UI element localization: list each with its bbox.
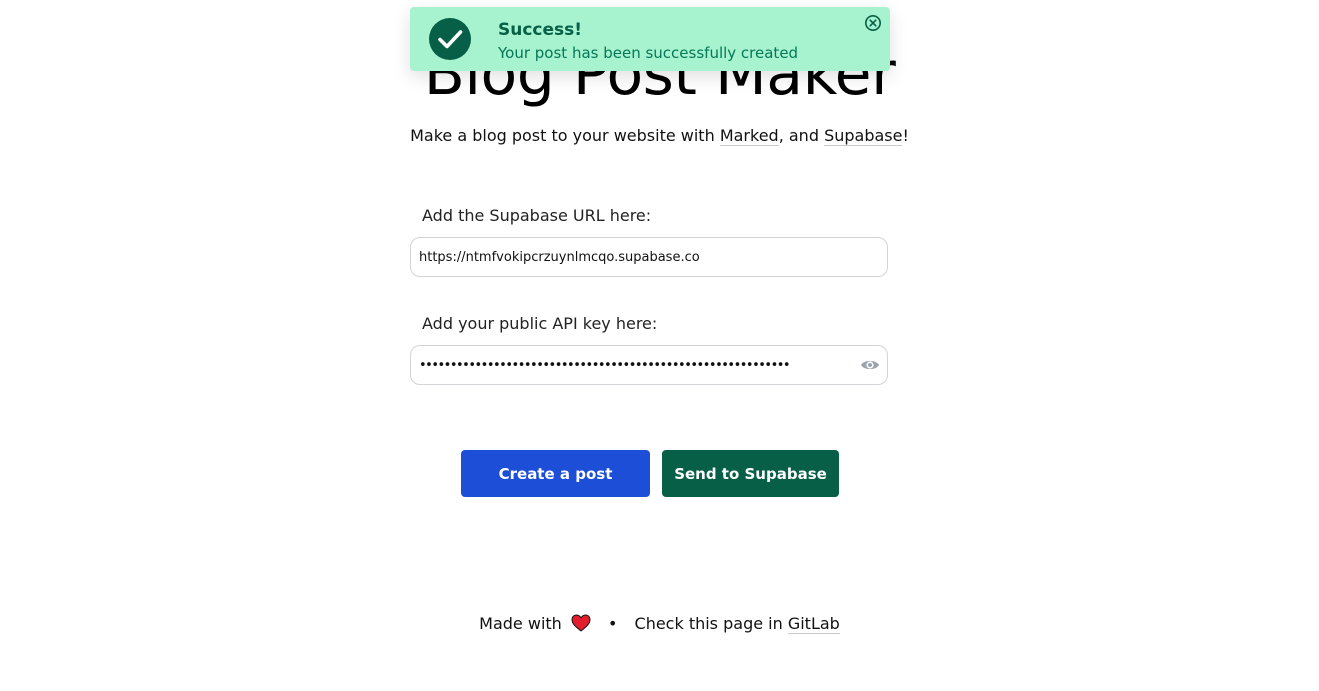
send-to-supabase-button[interactable]: Send to Supabase bbox=[662, 450, 839, 497]
footer-separator: • bbox=[607, 614, 618, 633]
eye-icon[interactable] bbox=[860, 356, 880, 374]
marked-link[interactable]: Marked bbox=[719, 126, 779, 146]
toast-title: Success! bbox=[498, 20, 583, 40]
page-subtitle: Make a blog post to your website with Ma… bbox=[0, 124, 1319, 148]
heart-icon bbox=[571, 614, 591, 632]
gitlab-link[interactable]: GitLab bbox=[787, 614, 840, 634]
success-toast: Success! Your post has been successfully… bbox=[410, 7, 890, 71]
made-with-text: Made with bbox=[479, 614, 562, 633]
supabase-url-field-wrapper bbox=[410, 237, 888, 277]
api-key-label: Add your public API key here: bbox=[422, 314, 658, 333]
subtitle-text-suffix: ! bbox=[902, 126, 909, 145]
supabase-url-label: Add the Supabase URL here: bbox=[422, 206, 652, 225]
supabase-url-input[interactable] bbox=[419, 238, 879, 276]
subtitle-text-middle: , and bbox=[778, 126, 825, 145]
toast-message: Your post has been successfully created bbox=[498, 44, 799, 62]
create-post-button[interactable]: Create a post bbox=[461, 450, 650, 497]
close-icon[interactable] bbox=[864, 14, 882, 32]
footer: Made with • Check this page in GitLab bbox=[0, 612, 1319, 636]
subtitle-text-prefix: Make a blog post to your website with bbox=[410, 126, 720, 145]
page: Blog Post Maker Make a blog post to your… bbox=[0, 0, 1319, 691]
api-key-field-wrapper bbox=[410, 345, 888, 385]
check-page-text: Check this page in bbox=[634, 614, 788, 633]
api-key-input[interactable] bbox=[419, 346, 857, 384]
check-circle-icon bbox=[429, 18, 471, 60]
supabase-link[interactable]: Supabase bbox=[824, 126, 903, 146]
